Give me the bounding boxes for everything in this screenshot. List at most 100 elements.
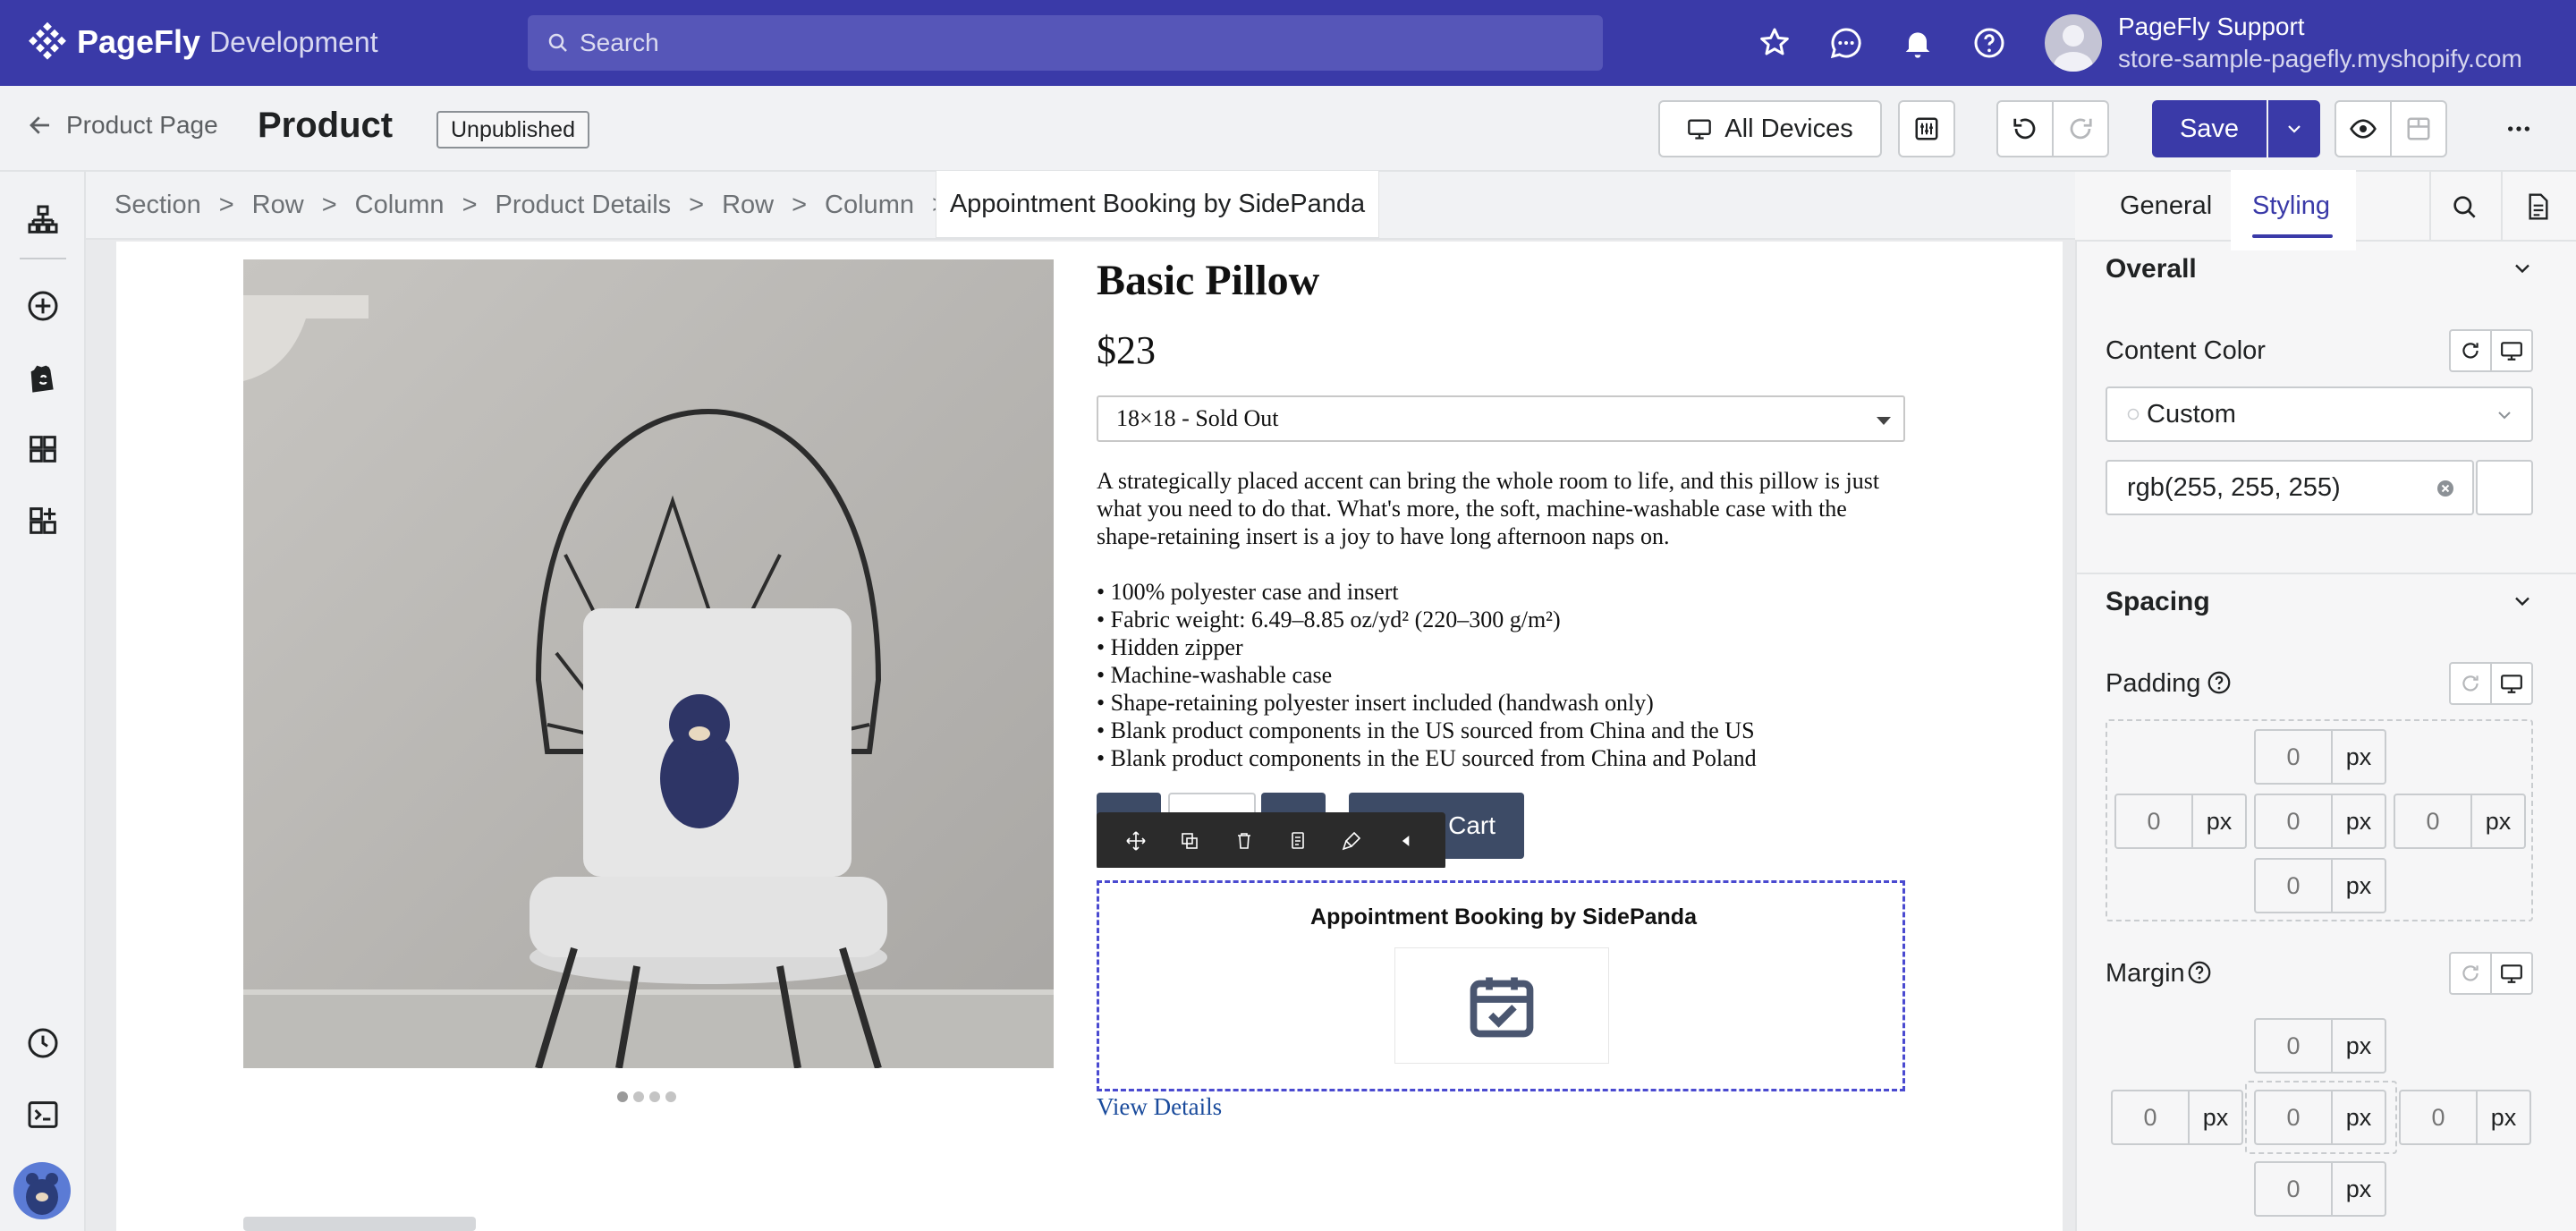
image-pagination[interactable] [617, 1091, 676, 1102]
margin-right-field[interactable]: px [2399, 1090, 2533, 1145]
document-icon[interactable] [2524, 191, 2553, 222]
unit-label[interactable]: px [2193, 794, 2247, 849]
back-link[interactable]: Product Page [27, 111, 218, 140]
chat-icon[interactable] [1828, 25, 1864, 61]
padding-bottom-field[interactable]: px [2254, 858, 2388, 913]
breadcrumb-item[interactable]: Section [114, 191, 201, 220]
copy-icon[interactable] [1284, 828, 1311, 854]
redo-button[interactable] [2052, 100, 2109, 157]
reset-icon[interactable] [2451, 331, 2492, 370]
margin-left-field[interactable]: px [2111, 1090, 2245, 1145]
search-bar[interactable] [528, 15, 1603, 71]
style-brush-icon[interactable] [1338, 828, 1365, 854]
margin-top-field[interactable]: px [2254, 1018, 2388, 1074]
layers-icon[interactable] [25, 202, 61, 238]
bell-icon[interactable] [1900, 25, 1936, 61]
shopify-icon[interactable] [25, 360, 61, 395]
padding-top-input[interactable] [2254, 729, 2333, 785]
apps-icon[interactable] [25, 503, 61, 539]
search-input[interactable] [580, 29, 1474, 57]
unit-label[interactable]: px [2333, 1161, 2386, 1217]
mascot-avatar[interactable] [13, 1161, 72, 1220]
unit-label[interactable]: px [2333, 858, 2386, 913]
chevron-down-icon[interactable] [2510, 256, 2535, 281]
trash-icon[interactable] [1231, 828, 1258, 854]
padding-right-field[interactable]: px [2394, 794, 2528, 849]
margin-left-input[interactable] [2111, 1090, 2190, 1145]
breadcrumb-item[interactable]: Product Details [496, 191, 672, 220]
desktop-icon[interactable] [2492, 954, 2531, 993]
breadcrumb-current[interactable]: Appointment Booking by SidePanda [936, 170, 1379, 238]
unit-label[interactable]: px [2333, 729, 2386, 785]
margin-bottom-field[interactable]: px [2254, 1161, 2388, 1217]
desktop-icon[interactable] [2492, 664, 2531, 703]
unit-label[interactable]: px [2190, 1090, 2243, 1145]
padding-right-input[interactable] [2394, 794, 2472, 849]
variant-select[interactable]: 18×18 - Sold Out [1097, 395, 1905, 442]
pagination-dot[interactable] [649, 1091, 660, 1102]
breadcrumb-item[interactable]: Row [722, 191, 774, 220]
padding-left-input[interactable] [2114, 794, 2193, 849]
preview-button[interactable] [2334, 100, 2392, 157]
tab-styling[interactable]: Styling [2252, 191, 2330, 221]
tab-general[interactable]: General [2120, 191, 2212, 221]
margin-all-field[interactable]: px [2254, 1090, 2388, 1145]
save-button[interactable]: Save [2152, 100, 2267, 157]
more-button[interactable] [2490, 100, 2547, 157]
pagination-dot[interactable] [617, 1091, 628, 1102]
user-avatar[interactable] [2045, 14, 2102, 72]
margin-bottom-input[interactable] [2254, 1161, 2333, 1217]
collapse-left-icon[interactable] [1393, 828, 1419, 854]
horizontal-scrollbar[interactable] [243, 1217, 476, 1231]
spacing-heading[interactable]: Spacing [2106, 587, 2210, 617]
settings-button[interactable] [1898, 100, 1955, 157]
unit-label[interactable]: px [2472, 794, 2526, 849]
clear-icon[interactable] [2435, 478, 2456, 499]
help-icon[interactable] [2186, 959, 2213, 986]
user-info[interactable]: PageFly Support store-sample-pagefly.mys… [2118, 13, 2522, 73]
code-terminal-icon[interactable] [25, 1097, 61, 1133]
padding-left-field[interactable]: px [2114, 794, 2249, 849]
color-mode-select[interactable]: Custom [2106, 386, 2533, 442]
add-element-icon[interactable] [25, 288, 61, 324]
pagination-dot[interactable] [633, 1091, 644, 1102]
margin-right-input[interactable] [2399, 1090, 2478, 1145]
unit-label[interactable]: px [2478, 1090, 2531, 1145]
sections-icon[interactable] [25, 431, 61, 467]
padding-all-field[interactable]: px [2254, 794, 2388, 849]
undo-button[interactable] [1996, 100, 2054, 157]
padding-top-field[interactable]: px [2254, 729, 2388, 785]
reset-icon[interactable] [2451, 664, 2492, 703]
overall-heading[interactable]: Overall [2106, 254, 2197, 284]
breadcrumb-item[interactable]: Row [252, 191, 304, 220]
margin-all-input[interactable] [2254, 1090, 2333, 1145]
margin-top-input[interactable] [2254, 1018, 2333, 1074]
unit-label[interactable]: px [2333, 794, 2386, 849]
chevron-down-icon[interactable] [2510, 589, 2535, 614]
padding-all-input[interactable] [2254, 794, 2333, 849]
duplicate-icon[interactable] [1176, 828, 1203, 854]
breadcrumb-item[interactable]: Column [825, 191, 914, 220]
reset-icon[interactable] [2451, 954, 2492, 993]
publish-button[interactable] [2390, 100, 2447, 157]
view-details-link[interactable]: View Details [1097, 1093, 1222, 1121]
pagination-dot[interactable] [665, 1091, 676, 1102]
unit-label[interactable]: px [2333, 1090, 2386, 1145]
padding-bottom-input[interactable] [2254, 858, 2333, 913]
save-dropdown-button[interactable] [2268, 100, 2320, 157]
color-swatch[interactable] [2476, 460, 2533, 515]
pagefly-logo[interactable]: PageFly Development [27, 21, 378, 63]
history-icon[interactable] [25, 1025, 61, 1061]
move-icon[interactable] [1123, 828, 1149, 854]
appointment-booking-block[interactable]: Appointment Booking by SidePanda [1097, 880, 1905, 1091]
color-value-input[interactable]: rgb(255, 255, 255) [2106, 460, 2474, 515]
breadcrumb-item[interactable]: Column [355, 191, 445, 220]
help-icon[interactable] [1971, 25, 2007, 61]
desktop-icon[interactable] [2492, 331, 2531, 370]
devices-button[interactable]: All Devices [1658, 100, 1882, 157]
search-icon[interactable] [2451, 193, 2479, 222]
product-image[interactable] [243, 259, 1054, 1068]
help-icon[interactable] [2206, 669, 2233, 696]
star-icon[interactable] [1757, 25, 1792, 61]
unit-label[interactable]: px [2333, 1018, 2386, 1074]
